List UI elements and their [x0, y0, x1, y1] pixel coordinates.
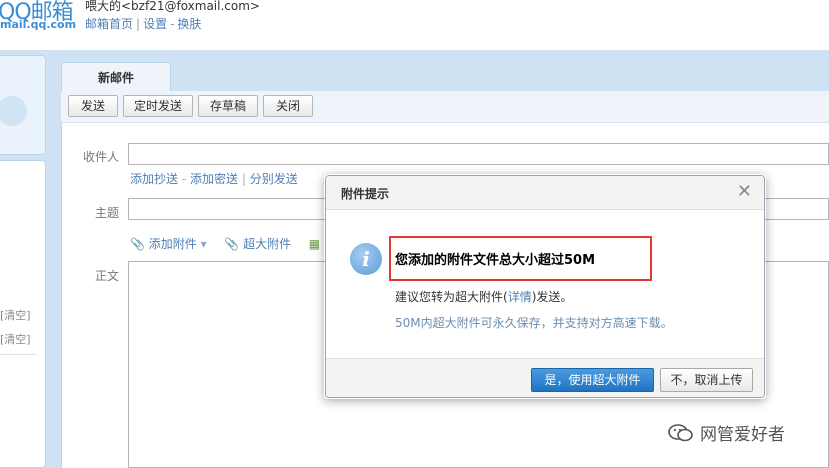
- subject-label: 主题: [95, 206, 120, 220]
- add-attachment-link[interactable]: 添加附件: [149, 237, 197, 251]
- logo-domain: mail.qq.com: [0, 18, 77, 31]
- clear-folder-link[interactable]: [清空]: [0, 331, 31, 347]
- paperclip-icon: 📎: [130, 237, 145, 251]
- watermark: 网管爱好者: [668, 420, 785, 445]
- recipient-input[interactable]: [128, 143, 829, 165]
- image-icon[interactable]: ▦: [309, 237, 320, 251]
- details-link[interactable]: 详情: [508, 290, 532, 304]
- close-button[interactable]: 关闭: [263, 95, 313, 117]
- divider: [0, 354, 37, 355]
- large-attachment-link[interactable]: 超大附件: [243, 237, 291, 251]
- header-links: 邮箱首页 | 设置 - 换肤: [85, 15, 201, 32]
- link-separator: -: [181, 172, 190, 186]
- send-button[interactable]: 发送: [68, 95, 118, 117]
- cancel-upload-button[interactable]: 不，取消上传: [660, 368, 753, 392]
- left-folder-panel: [清空] [清空]: [0, 160, 46, 468]
- save-draft-button[interactable]: 存草稿: [198, 95, 258, 117]
- dialog-note: 50M内超大附件可永久保存，并支持对方高速下载。: [395, 316, 673, 330]
- use-large-attachment-button[interactable]: 是，使用超大附件: [531, 368, 654, 392]
- dialog-footer: 是，使用超大附件 不，取消上传: [326, 358, 764, 397]
- close-icon[interactable]: ✕: [737, 182, 752, 202]
- body-label: 正文: [95, 269, 120, 283]
- suggestion-prefix: 建议您转为超大附件(: [395, 290, 508, 304]
- decorative-disc: [0, 96, 27, 126]
- watermark-text: 网管爱好者: [700, 425, 785, 445]
- add-cc-link[interactable]: 添加抄送: [130, 172, 178, 186]
- info-icon: i: [350, 243, 382, 275]
- link-separator: |: [136, 17, 141, 31]
- recipient-label: 收件人: [83, 150, 120, 164]
- scheduled-send-button[interactable]: 定时发送: [123, 95, 193, 117]
- top-header: QQ邮箱 mail.qq.com 喂大的<bzf21@foxmail.com> …: [0, 0, 829, 50]
- wechat-icon: [668, 424, 693, 442]
- dialog-title-bar: 附件提示 ✕: [326, 176, 764, 210]
- dialog-message: 您添加的附件文件总大小超过50M: [395, 253, 596, 268]
- left-panel-top: [0, 55, 46, 155]
- clear-folder-link[interactable]: [清空]: [0, 307, 31, 323]
- large-attachment-icon: 📎: [224, 237, 240, 251]
- tab-new-mail[interactable]: 新邮件: [61, 62, 171, 92]
- dialog-title: 附件提示: [341, 187, 390, 201]
- link-settings[interactable]: 设置: [143, 17, 167, 31]
- separate-send-link[interactable]: 分别发送: [250, 172, 298, 186]
- attachment-toolbar: 📎 添加附件 ▾ 📎 超大附件 ▦: [130, 235, 320, 252]
- attachment-warning-dialog: 附件提示 ✕ i 您添加的附件文件总大小超过50M 建议您转为超大附件(详情)发…: [325, 175, 765, 398]
- suggestion-suffix: )发送。: [531, 290, 573, 304]
- user-account: 喂大的<bzf21@foxmail.com>: [85, 0, 260, 13]
- link-mail-home[interactable]: 邮箱首页: [85, 17, 133, 31]
- chevron-down-icon[interactable]: ▾: [201, 237, 207, 251]
- link-separator: |: [241, 172, 250, 186]
- link-skin[interactable]: 换肤: [177, 17, 201, 31]
- dialog-suggestion: 建议您转为超大附件(详情)发送。: [395, 288, 572, 305]
- cc-links: 添加抄送 - 添加密送 | 分别发送: [130, 170, 298, 187]
- add-bcc-link[interactable]: 添加密送: [190, 172, 238, 186]
- link-separator: -: [170, 17, 175, 31]
